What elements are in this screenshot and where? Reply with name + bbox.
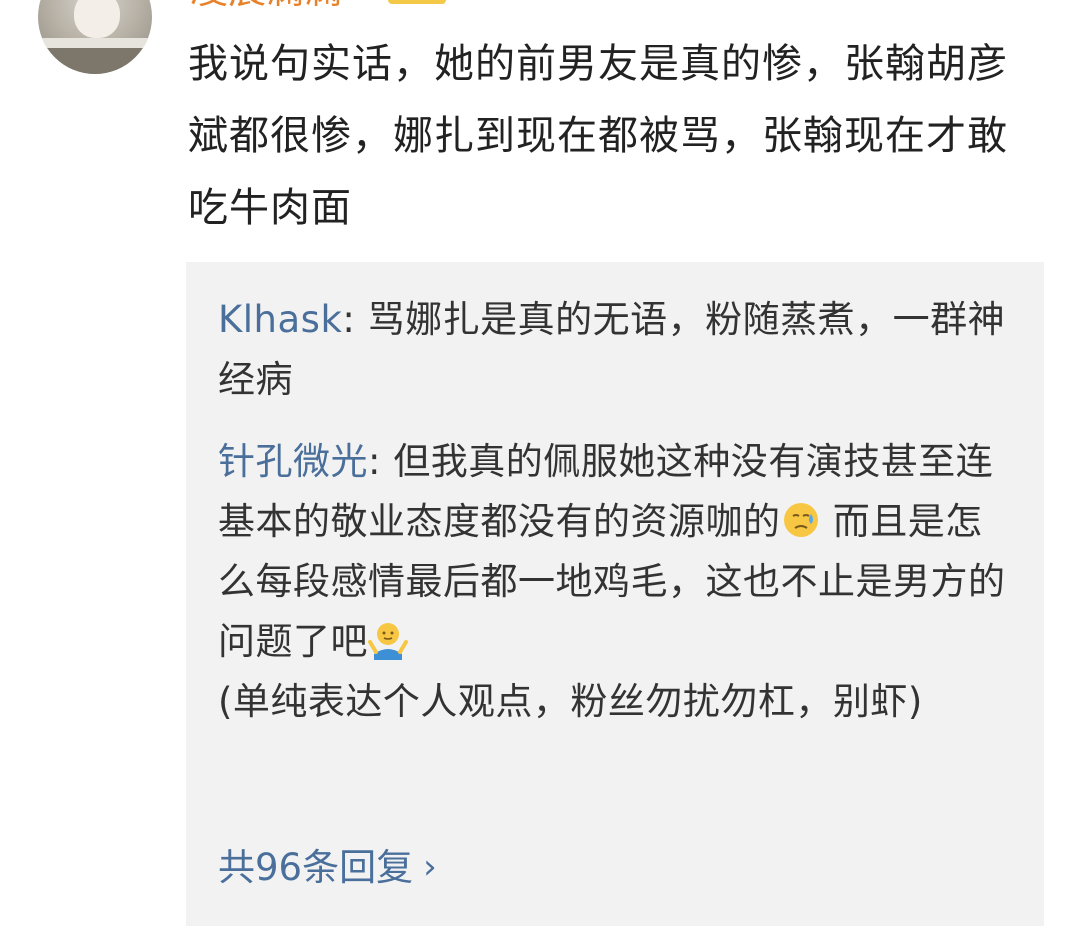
shrug-icon — [368, 623, 408, 660]
avatar-ground — [38, 48, 152, 74]
more-replies-label: 共96条回复 — [218, 846, 414, 889]
comment-username[interactable]: 凌晨澜澜 — [190, 0, 342, 10]
replies-box[interactable]: Klhask: 骂娜扎是真的无语，粉随蒸煮，一群神经病 针孔微光: 但我真的佩服… — [186, 262, 1044, 926]
comment-card: 凌晨澜澜 我说句实话，她的前男友是真的惨，张翰胡彦斌都很惨，娜扎到现在都被骂，张… — [0, 0, 1080, 939]
reply-item[interactable]: Klhask: 骂娜扎是真的无语，粉随蒸煮，一群神经病 — [218, 290, 1018, 410]
reply-text: (单纯表达个人观点，粉丝勿扰勿杠，别虾) — [218, 680, 923, 723]
sweat-face-icon — [783, 503, 818, 537]
chevron-right-icon: › — [423, 847, 437, 887]
reply-username[interactable]: 针孔微光 — [218, 440, 368, 483]
reply-username[interactable]: Klhask — [218, 298, 342, 341]
avatar-rail — [38, 38, 152, 48]
reply-item[interactable]: 针孔微光: 但我真的佩服她这种没有演技甚至连基本的敬业态度都没有的资源咖的 而且… — [218, 432, 1018, 732]
user-badge-icon — [388, 0, 446, 4]
avatar-dog — [74, 0, 120, 38]
comment-text: 我说句实话，她的前男友是真的惨，张翰胡彦斌都很惨，娜扎到现在都被骂，张翰现在才敢… — [188, 41, 1008, 231]
more-replies-link[interactable]: 共96条回复 › — [218, 837, 437, 898]
avatar[interactable] — [38, 0, 152, 74]
